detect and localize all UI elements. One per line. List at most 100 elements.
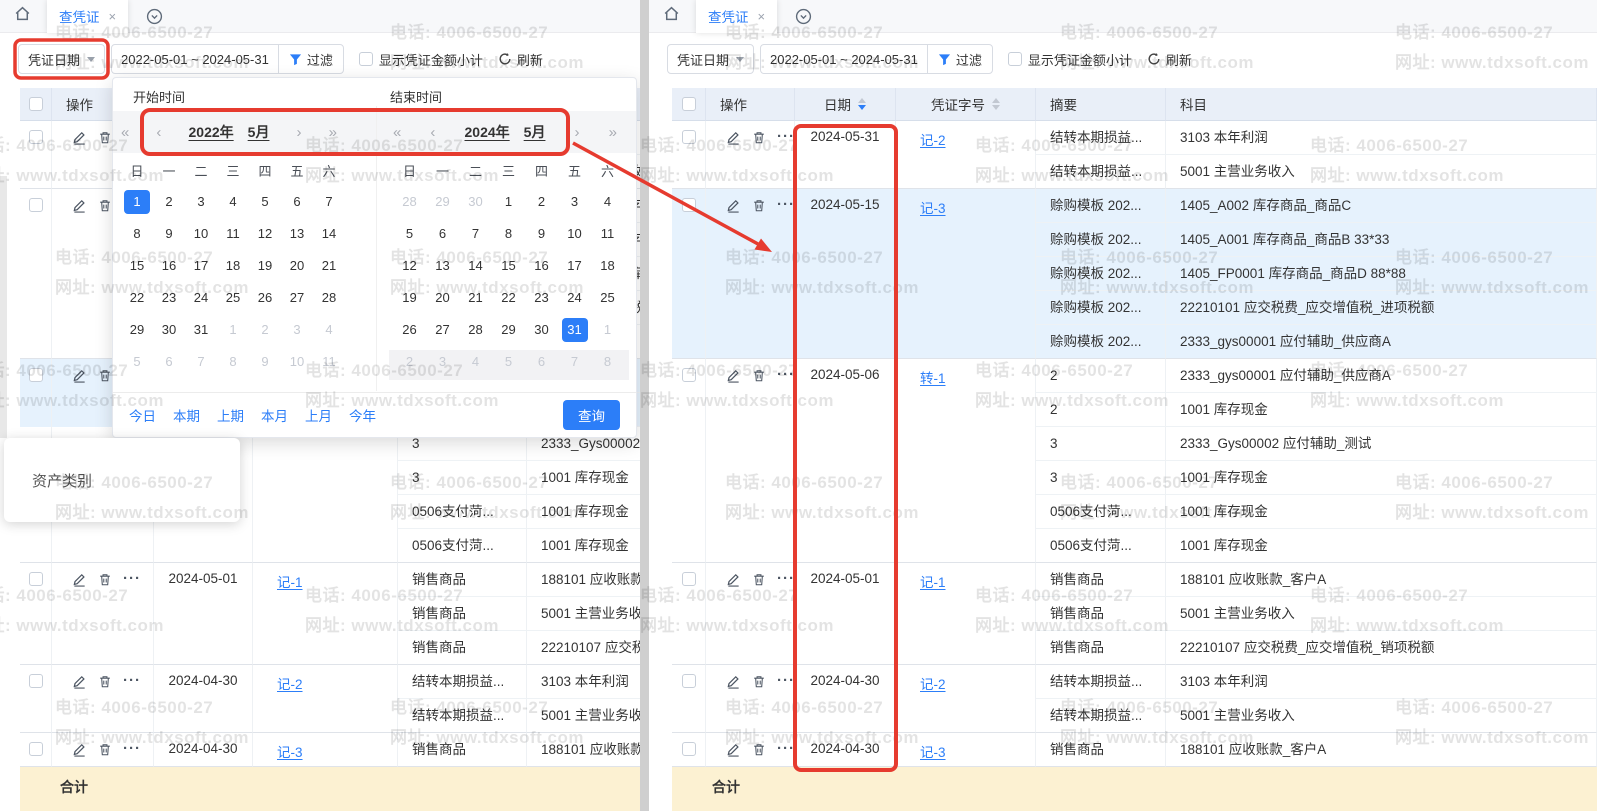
calendar-day[interactable]: 30 xyxy=(156,318,182,342)
calendar-day[interactable]: 17 xyxy=(562,254,588,278)
calendar-day[interactable]: 1 xyxy=(124,190,150,214)
calendar-day[interactable]: 3 xyxy=(562,190,588,214)
edit-icon[interactable] xyxy=(72,130,87,148)
delete-icon[interactable] xyxy=(752,572,766,590)
calendar-day[interactable]: 30 xyxy=(463,190,489,214)
calendar-day[interactable]: 19 xyxy=(397,286,423,310)
calendar-day[interactable]: 5 xyxy=(397,222,423,246)
edit-icon[interactable] xyxy=(726,368,741,386)
calendar-day[interactable]: 18 xyxy=(595,254,621,278)
row-checkbox[interactable] xyxy=(682,198,696,212)
row-checkbox[interactable] xyxy=(682,572,696,586)
select-all-checkbox[interactable] xyxy=(20,88,52,121)
voucher-no-link[interactable]: 记-1 xyxy=(920,575,946,590)
filter-button[interactable]: 过滤 xyxy=(927,45,992,73)
edit-icon[interactable] xyxy=(72,572,87,590)
calendar-day[interactable]: 15 xyxy=(124,254,150,278)
calendar-day[interactable]: 4 xyxy=(595,190,621,214)
edit-icon[interactable] xyxy=(726,572,741,590)
start-prev-year-button[interactable]: « xyxy=(121,124,129,141)
tab-close-icon[interactable]: × xyxy=(758,9,766,24)
row-checkbox[interactable] xyxy=(682,742,696,756)
calendar-day[interactable]: 16 xyxy=(156,254,182,278)
voucher-no-link[interactable]: 记-2 xyxy=(920,677,946,692)
calendar-day[interactable]: 23 xyxy=(529,286,555,310)
delete-icon[interactable] xyxy=(752,674,766,692)
delete-icon[interactable] xyxy=(98,368,112,386)
calendar-day[interactable]: 1 xyxy=(220,318,246,342)
more-actions-icon[interactable]: ··· xyxy=(123,674,141,688)
calendar-day[interactable]: 5 xyxy=(496,350,522,374)
more-actions-icon[interactable]: ··· xyxy=(777,130,795,144)
calendar-day[interactable]: 18 xyxy=(220,254,246,278)
calendar-day[interactable]: 11 xyxy=(316,350,342,374)
checkbox-icon[interactable] xyxy=(359,52,373,66)
calendar-day[interactable]: 4 xyxy=(463,350,489,374)
calendar-day[interactable]: 7 xyxy=(316,190,342,214)
delete-icon[interactable] xyxy=(98,674,112,692)
calendar-day[interactable]: 12 xyxy=(397,254,423,278)
calendar-day[interactable]: 26 xyxy=(397,318,423,342)
end-next-month-button[interactable]: › xyxy=(575,124,580,141)
calendar-day[interactable]: 12 xyxy=(252,222,278,246)
tab-voucher-query[interactable]: 查凭证 × xyxy=(47,0,128,33)
more-actions-icon[interactable]: ··· xyxy=(777,198,795,212)
calendar-day[interactable]: 1 xyxy=(496,190,522,214)
more-actions-icon[interactable]: ··· xyxy=(123,572,141,586)
calendar-day[interactable]: 8 xyxy=(595,350,621,374)
voucher-no-link[interactable]: 记-2 xyxy=(277,677,303,692)
show-subtotal-checkbox[interactable]: 显示凭证金额小计 xyxy=(1008,50,1132,69)
start-month-label[interactable]: 5月 xyxy=(248,122,270,142)
calendar-day[interactable]: 28 xyxy=(397,190,423,214)
row-checkbox[interactable] xyxy=(29,368,43,382)
voucher-no-link[interactable]: 转-1 xyxy=(920,371,946,386)
calendar-day[interactable]: 10 xyxy=(284,350,310,374)
calendar-day[interactable]: 4 xyxy=(316,318,342,342)
calendar-day[interactable]: 8 xyxy=(124,222,150,246)
calendar-day[interactable]: 28 xyxy=(463,318,489,342)
end-prev-year-button[interactable]: « xyxy=(393,124,401,141)
calendar-day[interactable]: 22 xyxy=(124,286,150,310)
calendar-day[interactable]: 6 xyxy=(284,190,310,214)
calendar-day[interactable]: 5 xyxy=(252,190,278,214)
edit-icon[interactable] xyxy=(72,368,87,386)
end-month-label[interactable]: 5月 xyxy=(524,122,546,142)
field-select-button[interactable]: 凭证日期 xyxy=(667,44,754,74)
calendar-day[interactable]: 2 xyxy=(397,350,423,374)
calendar-day[interactable]: 30 xyxy=(529,318,555,342)
delete-icon[interactable] xyxy=(752,198,766,216)
calendar-day[interactable]: 21 xyxy=(316,254,342,278)
calendar-day[interactable]: 23 xyxy=(156,286,182,310)
delete-icon[interactable] xyxy=(98,198,112,216)
calendar-day[interactable]: 14 xyxy=(316,222,342,246)
calendar-day[interactable]: 27 xyxy=(430,318,456,342)
row-checkbox[interactable] xyxy=(29,572,43,586)
field-select-button[interactable]: 凭证日期 xyxy=(18,44,105,74)
end-year-label[interactable]: 2024年 xyxy=(465,122,510,142)
show-subtotal-checkbox[interactable]: 显示凭证金额小计 xyxy=(359,50,483,69)
calendar-day[interactable]: 24 xyxy=(188,286,214,310)
row-checkbox[interactable] xyxy=(29,674,43,688)
delete-icon[interactable] xyxy=(752,130,766,148)
calendar-day[interactable]: 9 xyxy=(156,222,182,246)
calendar-day[interactable]: 8 xyxy=(496,222,522,246)
start-next-month-button[interactable]: › xyxy=(297,124,302,141)
calendar-day[interactable]: 2 xyxy=(529,190,555,214)
end-next-year-button[interactable]: » xyxy=(609,124,617,141)
checkbox-icon[interactable] xyxy=(29,97,43,111)
tab-history-icon[interactable] xyxy=(146,8,163,25)
tab-voucher-query[interactable]: 查凭证 × xyxy=(696,0,777,33)
calendar-day[interactable]: 21 xyxy=(463,286,489,310)
calendar-day[interactable]: 31 xyxy=(188,318,214,342)
calendar-day[interactable]: 25 xyxy=(220,286,246,310)
calendar-day[interactable]: 29 xyxy=(124,318,150,342)
quick-link-3[interactable]: 本月 xyxy=(261,405,288,425)
calendar-day[interactable]: 1 xyxy=(595,318,621,342)
delete-icon[interactable] xyxy=(98,742,112,760)
date-range-input[interactable]: 2022-05-01 ~ 2024-05-31 xyxy=(112,45,278,73)
calendar-day[interactable]: 6 xyxy=(430,222,456,246)
calendar-day[interactable]: 7 xyxy=(562,350,588,374)
calendar-day[interactable]: 11 xyxy=(595,222,621,246)
quick-link-4[interactable]: 上月 xyxy=(305,405,332,425)
tab-close-icon[interactable]: × xyxy=(109,9,117,24)
